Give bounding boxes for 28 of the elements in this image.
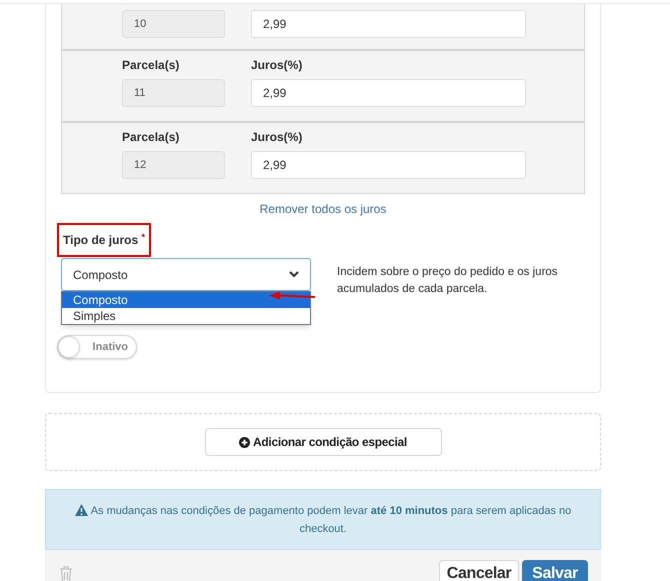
dropdown-option[interactable]: Composto [62, 292, 310, 308]
interest-type-description: Incidem sobre o preço do pedido e os juros acumulados de cada parcela. [337, 265, 559, 297]
cancel-button[interactable]: Cancelar [439, 560, 519, 581]
parcel-field: 11 [122, 79, 225, 107]
chevron-down-icon [289, 271, 299, 278]
add-special-condition-button[interactable]: Adicionar condição especial [204, 428, 442, 456]
interest-input[interactable]: 2,99 [251, 79, 526, 107]
parcel-field: 12 [122, 151, 225, 179]
status-toggle[interactable]: Inativo [57, 335, 137, 359]
trash-icon[interactable] [59, 566, 73, 581]
parcel-label: Parcela(s) [122, 129, 180, 146]
interest-label: Juros(%) [251, 57, 302, 74]
toggle-knob [58, 336, 80, 358]
parcel-field: 10 [122, 10, 225, 38]
interest-input[interactable]: 2,99 [251, 10, 526, 38]
pointer-arrow [269, 291, 316, 301]
toggle-label: Inativo [92, 340, 128, 355]
plus-circle-icon [239, 436, 250, 448]
info-alert-text: As mudanças nas condições de pagamento podem levar até 10 minutos para serem aplicadas no checkout. [70, 502, 576, 538]
interest-input[interactable]: 2,99 [251, 151, 526, 179]
remove-all-link[interactable]: Remover todos os juros [260, 202, 386, 216]
interest-label: Juros(%) [251, 129, 302, 146]
parcel-label: Parcela(s) [122, 57, 180, 74]
dropdown-option[interactable]: Simples [62, 308, 310, 324]
save-button[interactable]: Salvar [522, 560, 588, 581]
interest-type-label: Tipo de juros $^{*}$ [63, 233, 145, 247]
warning-icon [74, 504, 88, 516]
interest-type-select[interactable]: Composto [61, 258, 311, 291]
